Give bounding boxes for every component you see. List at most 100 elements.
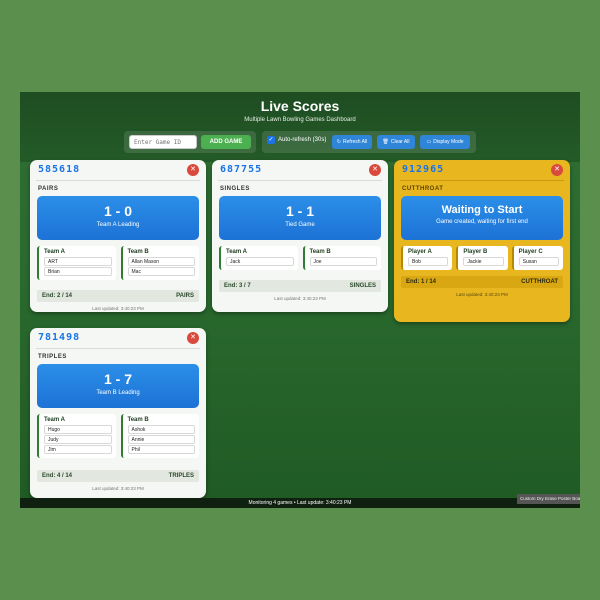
end-bar: End: 3 / 7 SINGLES	[219, 280, 381, 292]
player-name: Susan	[518, 257, 559, 266]
score-panel: 1 - 1 Tied Game	[219, 196, 381, 240]
team-panel: Player A Bob	[401, 246, 453, 270]
game-mode: CUTTHROAT	[521, 279, 558, 285]
trash-icon: 🗑	[382, 139, 389, 145]
game-id-input[interactable]	[129, 135, 197, 149]
game-card: 687755 ✕ SINGLES 1 - 1 Tied Game Team A …	[212, 160, 388, 312]
close-icon[interactable]: ✕	[187, 332, 199, 344]
teams: Team A ART Brian Team B Allan Mason Mac	[37, 246, 199, 280]
refresh-icon: ↻	[336, 139, 341, 145]
player-name: Jack	[226, 257, 294, 266]
divider	[36, 180, 200, 181]
divider	[218, 180, 382, 181]
game-card: 912965 ✕ CUTTHROAT Waiting to Start Game…	[394, 160, 570, 322]
add-game-button[interactable]: ADD GAME	[201, 135, 251, 149]
game-id: 585618	[38, 164, 81, 175]
dashboard-header: Live Scores Multiple Lawn Bowling Games …	[20, 92, 580, 162]
clear-all-button[interactable]: 🗑 Clear All	[377, 135, 415, 149]
checkbox-checked-icon[interactable]: ✓	[267, 136, 275, 144]
last-updated: Last updated: 3:40:23 PM	[456, 292, 508, 297]
player-name: Mac	[127, 267, 195, 276]
game-status: Tied Game	[285, 222, 315, 228]
team-panel: Player C Susan	[511, 246, 563, 270]
add-game-group: ADD GAME	[124, 131, 256, 153]
game-id: 912965	[402, 164, 445, 175]
game-type: PAIRS	[38, 186, 59, 192]
page-subtitle: Multiple Lawn Bowling Games Dashboard	[244, 117, 356, 123]
auto-refresh-label: Auto-refresh (30s)	[278, 137, 327, 143]
player-name: Jackie	[463, 257, 504, 266]
player-name: Brian	[44, 267, 112, 276]
game-mode: TRIPLES	[168, 473, 194, 479]
player-name: ART	[44, 257, 112, 266]
team-panel: Team A Jack	[219, 246, 298, 270]
player-name: Ashok	[127, 425, 195, 434]
close-icon[interactable]: ✕	[187, 164, 199, 176]
score: 1 - 0	[103, 203, 132, 219]
game-type: CUTTHROAT	[402, 186, 444, 192]
score-panel: 1 - 0 Team A Leading	[37, 196, 199, 240]
page-title: Live Scores	[260, 98, 340, 114]
refresh-all-button[interactable]: ↻ Refresh All	[332, 135, 372, 149]
teams: Team A Hugo Judy Jim Team B Ashok Annie …	[37, 414, 199, 458]
monitor-icon: ▭	[426, 139, 432, 145]
team-name: Player C	[518, 249, 543, 255]
team-panel: Player B Jackie	[456, 246, 508, 270]
divider	[36, 348, 200, 349]
game-card: 781498 ✕ TRIPLES 1 - 7 Team B Leading Te…	[30, 328, 206, 498]
last-updated: Last updated: 3:40:23 PM	[274, 296, 326, 301]
team-name: Team A	[44, 417, 66, 423]
teams: Team A Jack Team B Joe	[219, 246, 381, 270]
team-name: Team B	[309, 249, 331, 255]
team-name: Player B	[463, 249, 488, 255]
end-count: End: 1 / 14	[406, 279, 437, 285]
auto-refresh-toggle[interactable]: ✓ Auto-refresh (30s)	[267, 136, 326, 144]
close-icon[interactable]: ✕	[551, 164, 563, 176]
tooltip: Custom Dry Erase Poster Boards	[517, 494, 580, 504]
end-count: End: 3 / 7	[224, 283, 251, 289]
display-mode-label: Display Mode	[433, 139, 464, 145]
team-panel: Team A Hugo Judy Jim	[37, 414, 116, 458]
clear-all-label: Clear All	[390, 139, 410, 145]
end-bar: End: 1 / 14 CUTTHROAT	[401, 276, 563, 288]
score-panel: Waiting to Start Game created, waiting f…	[401, 196, 563, 240]
team-name: Player A	[408, 249, 432, 255]
game-type: TRIPLES	[38, 354, 67, 360]
team-panel: Team B Allan Mason Mac	[120, 246, 199, 280]
score: 1 - 1	[285, 203, 314, 219]
game-status: Team B Leading	[96, 390, 140, 396]
player-name: Joe	[309, 257, 377, 266]
team-name: Team B	[127, 249, 149, 255]
waiting-subtitle: Game created, waiting for first end	[436, 219, 528, 225]
options-group: ✓ Auto-refresh (30s) ↻ Refresh All 🗑 Clear…	[262, 131, 476, 153]
end-bar: End: 2 / 14 PAIRS	[37, 290, 199, 302]
team-panel: Team A ART Brian	[37, 246, 116, 280]
end-bar: End: 4 / 14 TRIPLES	[37, 470, 199, 482]
end-count: End: 2 / 14	[42, 293, 73, 299]
game-id: 687755	[220, 164, 263, 175]
game-id: 781498	[38, 332, 81, 343]
player-name: Bob	[408, 257, 449, 266]
player-name: Phil	[127, 445, 195, 454]
end-count: End: 4 / 14	[42, 473, 73, 479]
score-panel: 1 - 7 Team B Leading	[37, 364, 199, 408]
refresh-all-label: Refresh All	[343, 139, 368, 145]
game-card: 585618 ✕ PAIRS 1 - 0 Team A Leading Team…	[30, 160, 206, 312]
game-type: SINGLES	[220, 186, 250, 192]
team-name: Team A	[44, 249, 66, 255]
player-name: Judy	[44, 435, 112, 444]
last-updated: Last updated: 3:40:23 PM	[92, 486, 144, 491]
team-name: Team B	[127, 417, 149, 423]
team-panel: Team B Ashok Annie Phil	[120, 414, 199, 458]
player-name: Allan Mason	[127, 257, 195, 266]
player-name: Hugo	[44, 425, 112, 434]
team-name: Team A	[226, 249, 248, 255]
display-mode-button[interactable]: ▭ Display Mode	[420, 135, 470, 149]
game-mode: PAIRS	[176, 293, 194, 299]
close-icon[interactable]: ✕	[369, 164, 381, 176]
waiting-title: Waiting to Start	[441, 204, 523, 216]
divider	[400, 180, 564, 181]
teams: Player A Bob Player B Jackie Player C Su…	[401, 246, 563, 270]
dashboard-screen: Live Scores Multiple Lawn Bowling Games …	[20, 92, 580, 508]
status-footer: Monitoring 4 games • Last update: 3:40:2…	[20, 498, 580, 508]
